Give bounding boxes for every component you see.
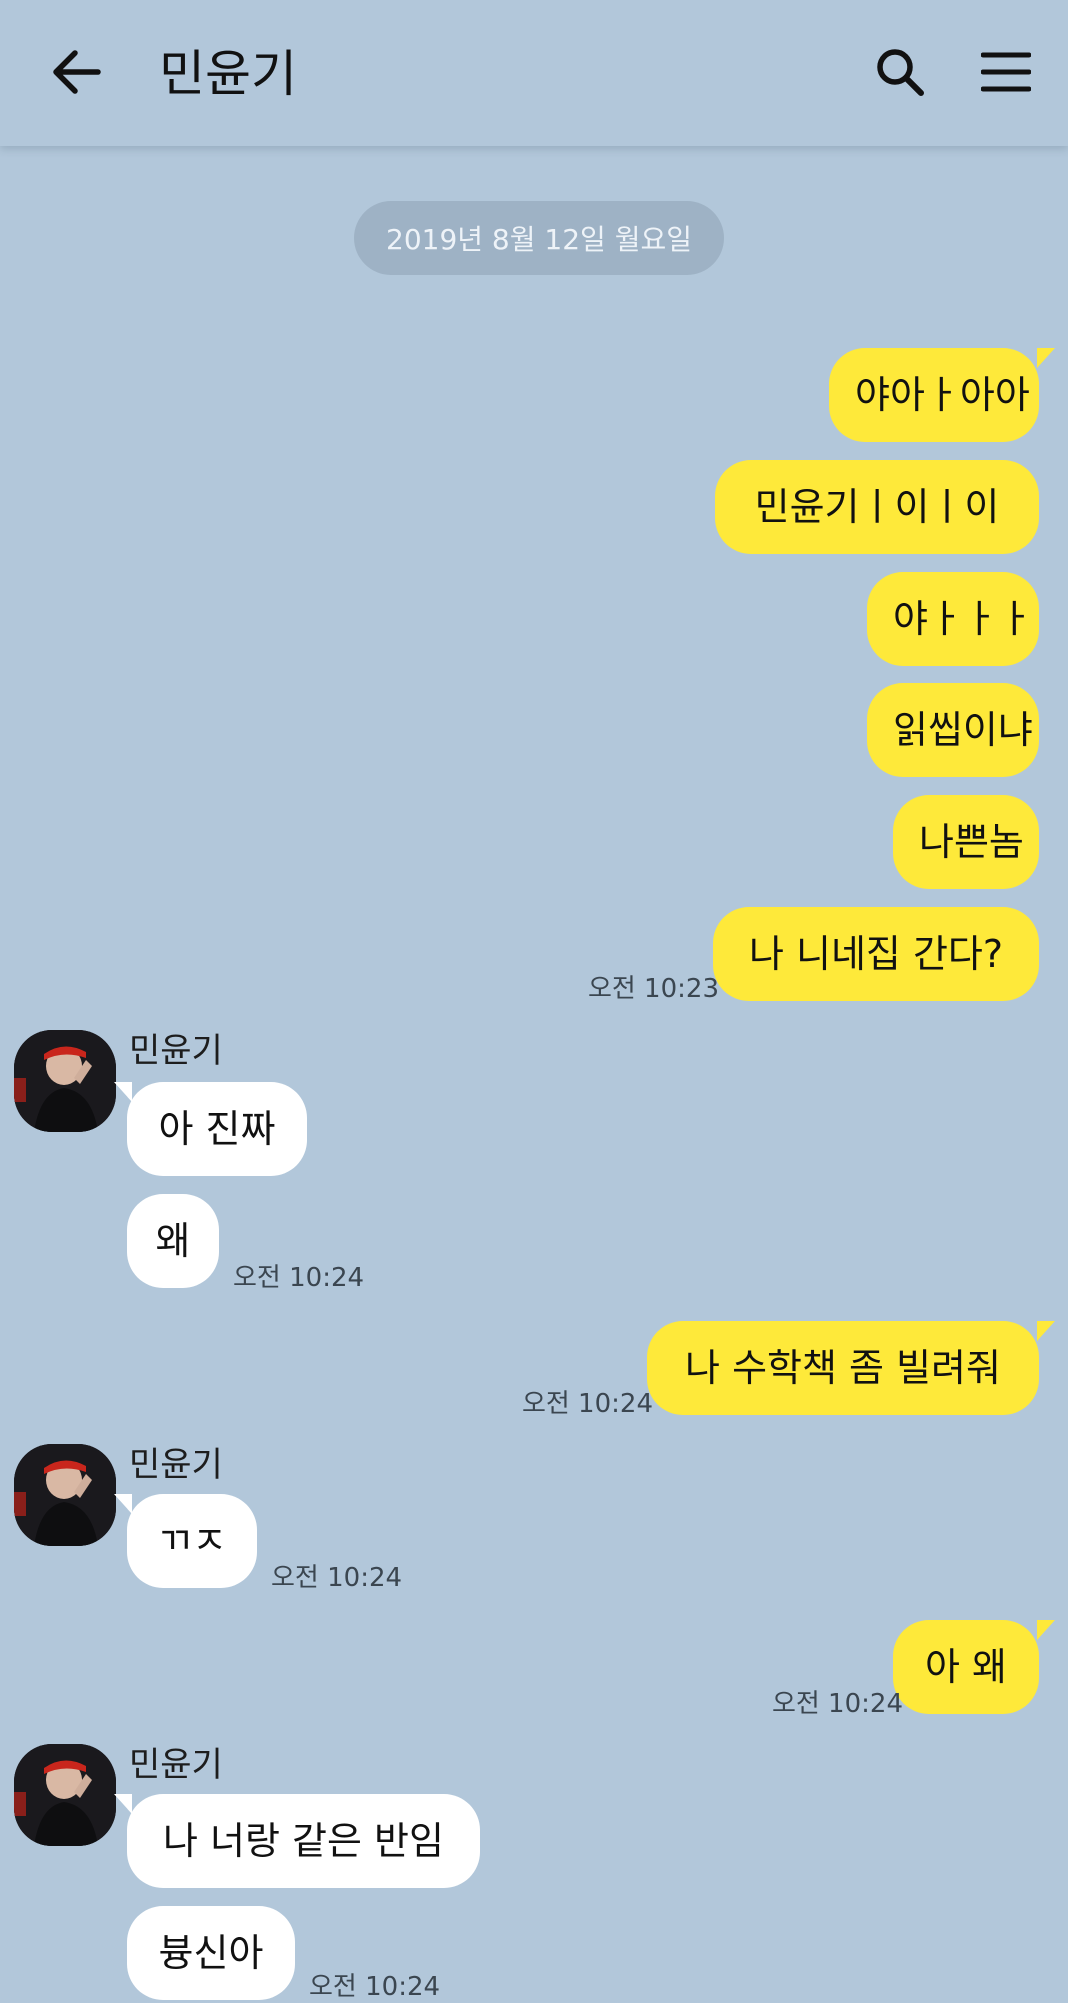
my-message-bubble[interactable]: 민윤기ㅣ이ㅣ이 (715, 460, 1039, 554)
avatar[interactable] (14, 1744, 116, 1846)
my-message-bubble[interactable]: 나쁜놈 (893, 795, 1039, 889)
bubble-tail (114, 1082, 132, 1102)
my-message-bubble[interactable]: 야ㅏㅏㅏ (867, 572, 1039, 666)
profile-photo (14, 1744, 116, 1846)
chat-header: 민윤기 (0, 0, 1068, 146)
bubble-tail (1037, 1321, 1055, 1341)
avatar[interactable] (14, 1444, 116, 1546)
their-message-bubble[interactable]: 나 너랑 같은 반임 (127, 1794, 480, 1888)
sender-name: 민윤기 (129, 1445, 223, 1485)
their-message-bubble[interactable]: 아 진짜 (127, 1082, 307, 1176)
bubble-tail (114, 1494, 132, 1514)
arrow-left-icon (53, 50, 101, 94)
my-message-bubble[interactable]: 나 수학책 좀 빌려줘 (647, 1321, 1039, 1415)
bubble-tail (114, 1794, 132, 1814)
their-message-bubble[interactable]: ㄲㅈ (127, 1494, 257, 1588)
menu-icon (981, 52, 1031, 92)
back-button[interactable] (44, 40, 108, 104)
sender-name: 민윤기 (129, 1031, 223, 1071)
search-button[interactable] (868, 40, 932, 104)
profile-photo (14, 1444, 116, 1546)
message-timestamp: 오전 10:24 (771, 1689, 903, 1719)
their-message-bubble[interactable]: 븅신아 (127, 1906, 295, 2000)
bubble-tail (1037, 348, 1055, 368)
message-timestamp: 오전 10:23 (587, 974, 719, 1004)
sender-name: 민윤기 (129, 1745, 223, 1785)
my-message-bubble[interactable]: 야아ㅏ아아 (829, 348, 1039, 442)
their-message-bubble[interactable]: 왜 (127, 1194, 219, 1288)
search-icon (877, 49, 924, 96)
message-timestamp: 오전 10:24 (521, 1389, 653, 1419)
message-timestamp: 오전 10:24 (271, 1563, 403, 1593)
avatar[interactable] (14, 1030, 116, 1132)
bubble-tail (1037, 1620, 1055, 1640)
message-timestamp: 오전 10:24 (309, 1972, 441, 2002)
date-divider: 2019년 8월 12일 월요일 (354, 201, 724, 275)
my-message-bubble[interactable]: 나 니네집 간다? (713, 907, 1039, 1001)
profile-photo (14, 1030, 116, 1132)
my-message-bubble[interactable]: 읽씹이냐 (867, 683, 1039, 777)
chat-title: 민윤기 (159, 45, 297, 103)
menu-button[interactable] (974, 40, 1038, 104)
message-timestamp: 오전 10:24 (233, 1263, 365, 1293)
my-message-bubble[interactable]: 아 왜 (893, 1620, 1039, 1714)
